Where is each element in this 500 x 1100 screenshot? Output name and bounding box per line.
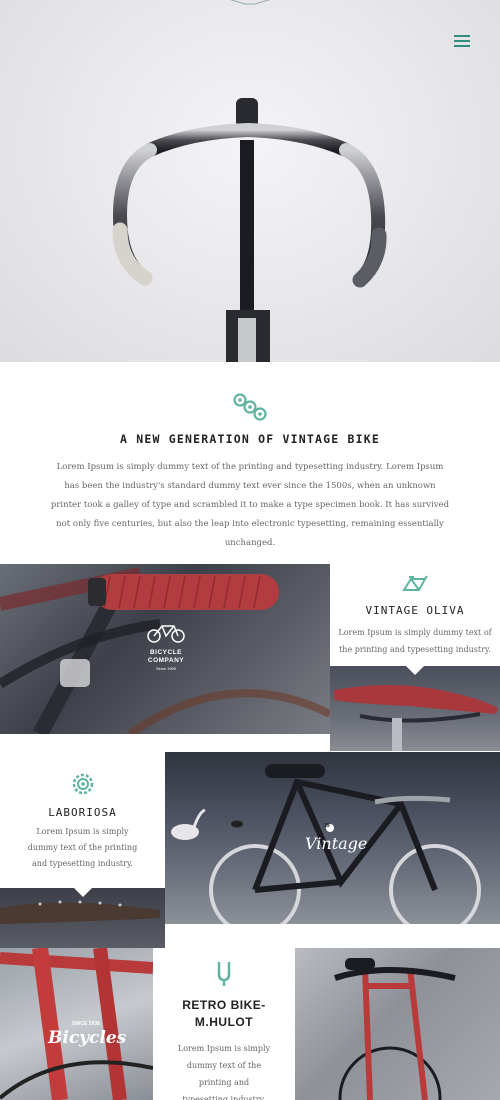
gear-wheel-icon — [72, 773, 94, 795]
intro-text: Lorem Ipsum is simply dummy text of the … — [50, 462, 450, 548]
grip-photo: BICYCLE COMPANY Since 1990 — [0, 564, 330, 734]
feature-text: Lorem Ipsum is simply dummy text of the … — [177, 1044, 271, 1100]
logo-line-3: Since 1990 — [155, 666, 176, 671]
saddle-illustration — [334, 685, 498, 751]
logo-line-2: COMPANY — [147, 657, 185, 664]
since-badge: SINCE 1938 — [72, 1021, 100, 1027]
hero-banner — [0, 0, 500, 362]
bike-fork-icon — [217, 962, 231, 986]
feature-title: VINTAGE OLIVA — [365, 604, 465, 617]
wall-bike-photo — [295, 948, 500, 1100]
feature-title: LABORIOSA — [48, 806, 117, 819]
pointer-arrow — [74, 888, 92, 897]
saddle-photo-2 — [0, 888, 165, 948]
vintage-script: Vintage — [305, 834, 368, 853]
wall-bike-illustration — [334, 958, 456, 1100]
bike-chain-icon — [233, 393, 267, 421]
lake-bike-photo: 39 Vintage — [165, 752, 500, 924]
saddle-illustration — [0, 900, 160, 924]
bicycles-script: Bicycles — [48, 1028, 127, 1048]
feature-text: Lorem Ipsum is simply dummy text of the … — [27, 827, 138, 868]
intro-title: A NEW GENERATION OF VINTAGE BIKE — [120, 432, 380, 446]
bike-frame-icon — [402, 575, 428, 591]
frame-number: 39 — [324, 823, 330, 829]
bicycle-company-logo: BICYCLE COMPANY Since 1990 — [140, 649, 192, 673]
logo-line-1: BICYCLE — [149, 649, 183, 656]
feature-retro-bike: RETRO BIKE- M.HULOT Lorem Ipsum is simpl… — [153, 948, 295, 1100]
saddle-photo-1 — [330, 666, 500, 751]
feature-text: Lorem Ipsum is simply dummy text of the … — [338, 628, 492, 654]
red-frame-photo: SINCE 1938 Bicycles — [0, 948, 153, 1100]
intro-section: A NEW GENERATION OF VINTAGE BIKE Lorem I… — [0, 362, 500, 564]
handlebar-image — [112, 98, 387, 362]
feature-vintage-oliva: VINTAGE OLIVA Lorem Ipsum is simply dumm… — [330, 564, 500, 666]
title-line-1: RETRO BIKE- — [182, 998, 266, 1012]
title-line-2: M.HULOT — [194, 1015, 254, 1029]
feature-title: RETRO BIKE- M.HULOT — [153, 997, 295, 1031]
feature-laboriosa: LABORIOSA Lorem Ipsum is simply dummy te… — [0, 752, 165, 888]
pointer-arrow — [406, 666, 424, 675]
